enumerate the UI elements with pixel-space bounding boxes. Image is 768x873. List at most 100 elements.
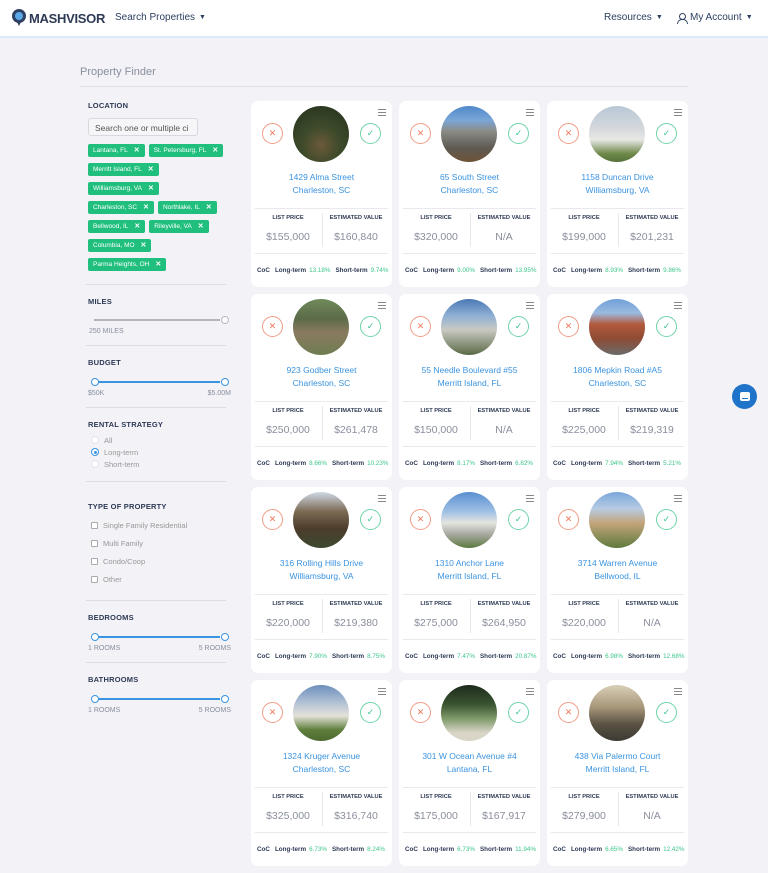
checkbox-other[interactable]: Other xyxy=(91,570,236,588)
property-card[interactable]: ✕ ✓ 1310 Anchor Lane Merritt Island, FL … xyxy=(399,487,540,673)
property-address-link[interactable]: 301 W Ocean Avenue #4 Lantana, FL xyxy=(399,750,540,775)
nav-resources[interactable]: Resources ▼ xyxy=(604,12,663,23)
reject-button[interactable]: ✕ xyxy=(558,123,579,144)
reject-button[interactable]: ✕ xyxy=(410,509,431,530)
remove-tag-icon[interactable]: ✕ xyxy=(148,182,154,195)
radio-button-selected[interactable] xyxy=(91,448,99,456)
property-address-link[interactable]: 3714 Warren Avenue Bellwood, IL xyxy=(547,557,688,582)
property-card[interactable]: ✕ ✓ 3714 Warren Avenue Bellwood, IL LIST… xyxy=(547,487,688,673)
property-photo[interactable] xyxy=(441,106,497,162)
budget-max-handle[interactable] xyxy=(221,378,229,386)
property-card[interactable]: ✕ ✓ 55 Needle Boulevard #55 Merritt Isla… xyxy=(399,294,540,480)
accept-button[interactable]: ✓ xyxy=(360,702,381,723)
accept-button[interactable]: ✓ xyxy=(656,123,677,144)
property-photo[interactable] xyxy=(441,685,497,741)
radio-all[interactable]: All xyxy=(91,434,236,446)
property-card[interactable]: ✕ ✓ 301 W Ocean Avenue #4 Lantana, FL LI… xyxy=(399,680,540,866)
property-photo[interactable] xyxy=(293,685,349,741)
property-card[interactable]: ✕ ✓ 1806 Mepkin Road #A5 Charleston, SC … xyxy=(547,294,688,480)
remove-tag-icon[interactable]: ✕ xyxy=(148,163,154,176)
reject-button[interactable]: ✕ xyxy=(262,123,283,144)
property-card[interactable]: ✕ ✓ 923 Godber Street Charleston, SC LIS… xyxy=(251,294,392,480)
menu-icon[interactable] xyxy=(526,302,534,309)
property-photo[interactable] xyxy=(589,299,645,355)
property-photo[interactable] xyxy=(293,106,349,162)
accept-button[interactable]: ✓ xyxy=(360,509,381,530)
remove-tag-icon[interactable]: ✕ xyxy=(155,258,161,271)
checkbox[interactable] xyxy=(91,557,98,565)
remove-tag-icon[interactable]: ✕ xyxy=(212,144,218,157)
accept-button[interactable]: ✓ xyxy=(508,509,529,530)
remove-tag-icon[interactable]: ✕ xyxy=(134,144,140,157)
property-address-link[interactable]: 65 South Street Charleston, SC xyxy=(399,171,540,196)
radio-button[interactable] xyxy=(91,460,99,468)
checkbox-condo-coop[interactable]: Condo/Coop xyxy=(91,552,236,570)
accept-button[interactable]: ✓ xyxy=(656,316,677,337)
radio-short-term[interactable]: Short-term xyxy=(91,458,236,470)
menu-icon[interactable] xyxy=(526,688,534,695)
property-card[interactable]: ✕ ✓ 438 Via Palermo Court Merritt Island… xyxy=(547,680,688,866)
menu-icon[interactable] xyxy=(378,495,386,502)
property-card[interactable]: ✕ ✓ 1429 Alma Street Charleston, SC LIST… xyxy=(251,101,392,287)
reject-button[interactable]: ✕ xyxy=(262,702,283,723)
property-address-link[interactable]: 923 Godber Street Charleston, SC xyxy=(251,364,392,389)
reject-button[interactable]: ✕ xyxy=(262,509,283,530)
checkbox[interactable] xyxy=(91,575,98,583)
property-address-link[interactable]: 1429 Alma Street Charleston, SC xyxy=(251,171,392,196)
accept-button[interactable]: ✓ xyxy=(508,316,529,337)
property-address-link[interactable]: 1806 Mepkin Road #A5 Charleston, SC xyxy=(547,364,688,389)
menu-icon[interactable] xyxy=(378,302,386,309)
location-search-input[interactable]: Search one or multiple ci xyxy=(88,118,198,136)
property-photo[interactable] xyxy=(589,685,645,741)
property-address-link[interactable]: 1324 Kruger Avenue Charleston, SC xyxy=(251,750,392,775)
nav-my-account[interactable]: My Account ▼ xyxy=(677,12,753,24)
accept-button[interactable]: ✓ xyxy=(656,702,677,723)
property-photo[interactable] xyxy=(589,492,645,548)
remove-tag-icon[interactable]: ✕ xyxy=(143,201,149,214)
miles-slider[interactable] xyxy=(91,316,229,324)
menu-icon[interactable] xyxy=(526,495,534,502)
property-photo[interactable] xyxy=(293,492,349,548)
property-photo[interactable] xyxy=(441,299,497,355)
reject-button[interactable]: ✕ xyxy=(410,316,431,337)
accept-button[interactable]: ✓ xyxy=(360,123,381,144)
property-card[interactable]: ✕ ✓ 316 Rolling Hills Drive Williamsburg… xyxy=(251,487,392,673)
menu-icon[interactable] xyxy=(526,109,534,116)
bathrooms-max-handle[interactable] xyxy=(221,695,229,703)
menu-icon[interactable] xyxy=(674,688,682,695)
menu-icon[interactable] xyxy=(378,688,386,695)
menu-icon[interactable] xyxy=(674,302,682,309)
menu-icon[interactable] xyxy=(378,109,386,116)
property-photo[interactable] xyxy=(441,492,497,548)
reject-button[interactable]: ✕ xyxy=(558,509,579,530)
property-address-link[interactable]: 55 Needle Boulevard #55 Merritt Island, … xyxy=(399,364,540,389)
radio-long-term[interactable]: Long-term xyxy=(91,446,236,458)
accept-button[interactable]: ✓ xyxy=(656,509,677,530)
property-card[interactable]: ✕ ✓ 1324 Kruger Avenue Charleston, SC LI… xyxy=(251,680,392,866)
miles-slider-handle[interactable] xyxy=(221,316,229,324)
property-address-link[interactable]: 438 Via Palermo Court Merritt Island, FL xyxy=(547,750,688,775)
reject-button[interactable]: ✕ xyxy=(262,316,283,337)
bathrooms-slider[interactable] xyxy=(91,695,229,703)
remove-tag-icon[interactable]: ✕ xyxy=(206,201,212,214)
remove-tag-icon[interactable]: ✕ xyxy=(198,220,204,233)
reject-button[interactable]: ✕ xyxy=(558,702,579,723)
reject-button[interactable]: ✕ xyxy=(410,123,431,144)
budget-slider[interactable] xyxy=(91,378,229,386)
bedrooms-max-handle[interactable] xyxy=(221,633,229,641)
brand-logo[interactable]: MASHVISOR xyxy=(12,9,105,27)
accept-button[interactable]: ✓ xyxy=(508,123,529,144)
remove-tag-icon[interactable]: ✕ xyxy=(141,239,147,252)
property-card[interactable]: ✕ ✓ 1158 Duncan Drive Williamsburg, VA L… xyxy=(547,101,688,287)
accept-button[interactable]: ✓ xyxy=(360,316,381,337)
nav-search-properties[interactable]: Search Properties ▼ xyxy=(115,12,206,23)
reject-button[interactable]: ✕ xyxy=(410,702,431,723)
menu-icon[interactable] xyxy=(674,109,682,116)
property-address-link[interactable]: 1310 Anchor Lane Merritt Island, FL xyxy=(399,557,540,582)
bedrooms-min-handle[interactable] xyxy=(91,633,99,641)
checkbox-multi-family[interactable]: Multi Family xyxy=(91,534,236,552)
checkbox-single-family[interactable]: Single Family Residential xyxy=(91,516,236,534)
accept-button[interactable]: ✓ xyxy=(508,702,529,723)
property-photo[interactable] xyxy=(293,299,349,355)
bathrooms-min-handle[interactable] xyxy=(91,695,99,703)
